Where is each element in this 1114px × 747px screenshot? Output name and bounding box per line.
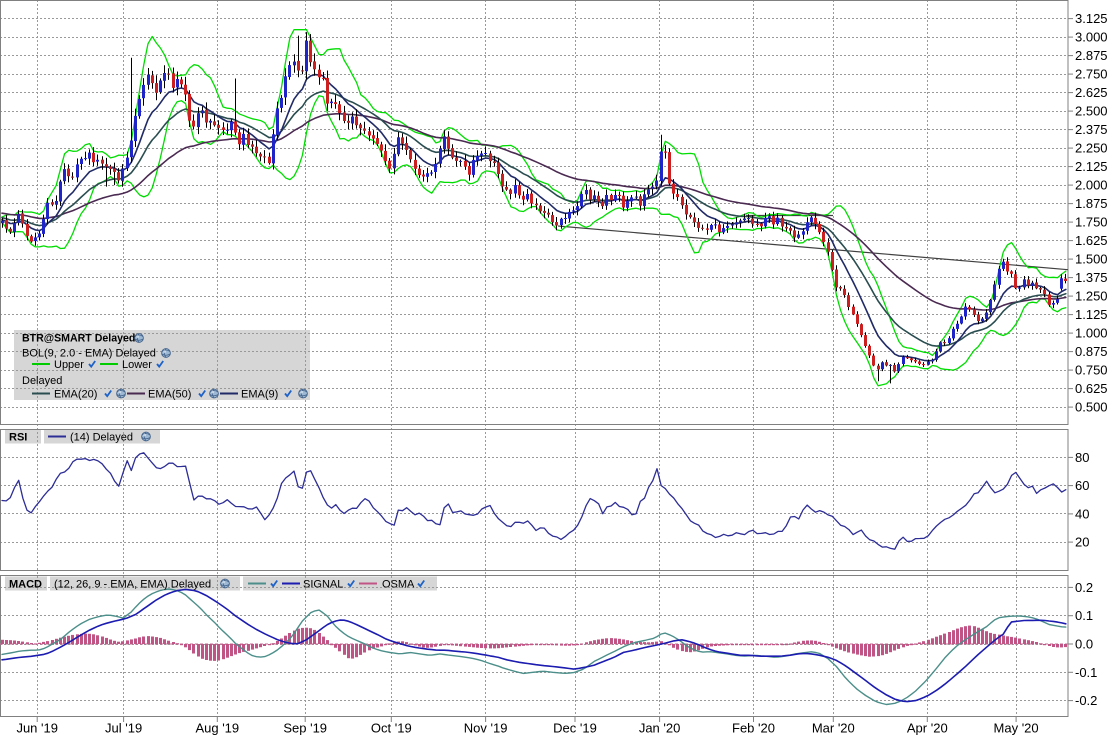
svg-text:(14) Delayed: (14) Delayed	[70, 432, 133, 444]
svg-text:Feb '20: Feb '20	[732, 721, 775, 736]
svg-text:2.125: 2.125	[1075, 159, 1108, 174]
svg-text:2.750: 2.750	[1075, 67, 1108, 82]
svg-text:2.625: 2.625	[1075, 85, 1108, 100]
svg-text:-0.2: -0.2	[1075, 693, 1097, 708]
svg-text:BTR@SMART Delayed: BTR@SMART Delayed	[22, 333, 135, 345]
svg-text:1.250: 1.250	[1075, 289, 1108, 304]
svg-text:EMA(50): EMA(50)	[148, 389, 191, 401]
svg-text:40: 40	[1075, 506, 1089, 521]
svg-text:20: 20	[1075, 535, 1089, 550]
svg-text:1.750: 1.750	[1075, 215, 1108, 230]
svg-text:1.625: 1.625	[1075, 233, 1108, 248]
svg-text:2.875: 2.875	[1075, 48, 1108, 63]
svg-text:(12, 26, 9 - EMA, EMA) Delayed: (12, 26, 9 - EMA, EMA) Delayed	[54, 579, 211, 591]
svg-text:Delayed: Delayed	[22, 375, 62, 387]
svg-text:2.000: 2.000	[1075, 178, 1108, 193]
svg-text:Jun '19: Jun '19	[16, 721, 58, 736]
svg-text:0.625: 0.625	[1075, 381, 1108, 396]
svg-text:Apr '20: Apr '20	[907, 721, 948, 736]
svg-text:1.375: 1.375	[1075, 270, 1108, 285]
svg-text:Jan '20: Jan '20	[639, 721, 681, 736]
svg-text:-0.1: -0.1	[1075, 665, 1097, 680]
svg-text:0.500: 0.500	[1075, 400, 1108, 415]
svg-text:0.0: 0.0	[1075, 637, 1093, 652]
svg-text:Mar '20: Mar '20	[812, 721, 855, 736]
svg-text:1.125: 1.125	[1075, 307, 1108, 322]
svg-text:May '20: May '20	[994, 721, 1039, 736]
svg-text:BOL(9, 2.0 - EMA) Delayed: BOL(9, 2.0 - EMA) Delayed	[22, 348, 156, 360]
svg-text:Upper: Upper	[54, 359, 84, 371]
svg-text:0.750: 0.750	[1075, 363, 1108, 378]
svg-text:1.875: 1.875	[1075, 196, 1108, 211]
svg-text:2.250: 2.250	[1075, 141, 1108, 156]
svg-text:OSMA: OSMA	[382, 579, 415, 591]
svg-text:2.375: 2.375	[1075, 122, 1108, 137]
svg-text:MACD: MACD	[9, 579, 42, 591]
svg-text:EMA(9): EMA(9)	[241, 389, 278, 401]
svg-text:RSI: RSI	[9, 432, 27, 444]
svg-text:Sep '19: Sep '19	[283, 721, 327, 736]
svg-text:Jul '19: Jul '19	[105, 721, 142, 736]
svg-text:Aug '19: Aug '19	[195, 721, 239, 736]
svg-text:1.000: 1.000	[1075, 326, 1108, 341]
svg-text:60: 60	[1075, 478, 1089, 493]
svg-text:0.2: 0.2	[1075, 580, 1093, 595]
svg-text:0.875: 0.875	[1075, 344, 1108, 359]
svg-text:2.500: 2.500	[1075, 104, 1108, 119]
svg-text:3.000: 3.000	[1075, 30, 1108, 45]
svg-text:0.1: 0.1	[1075, 608, 1093, 623]
svg-text:SIGNAL: SIGNAL	[303, 579, 343, 591]
svg-text:Oct '19: Oct '19	[371, 721, 412, 736]
svg-text:80: 80	[1075, 450, 1089, 465]
svg-text:Dec '19: Dec '19	[553, 721, 597, 736]
svg-text:EMA(20): EMA(20)	[54, 389, 97, 401]
svg-text:Lower: Lower	[122, 359, 152, 371]
svg-text:3.125: 3.125	[1075, 11, 1108, 26]
svg-text:Nov '19: Nov '19	[464, 721, 508, 736]
svg-text:1.500: 1.500	[1075, 252, 1108, 267]
